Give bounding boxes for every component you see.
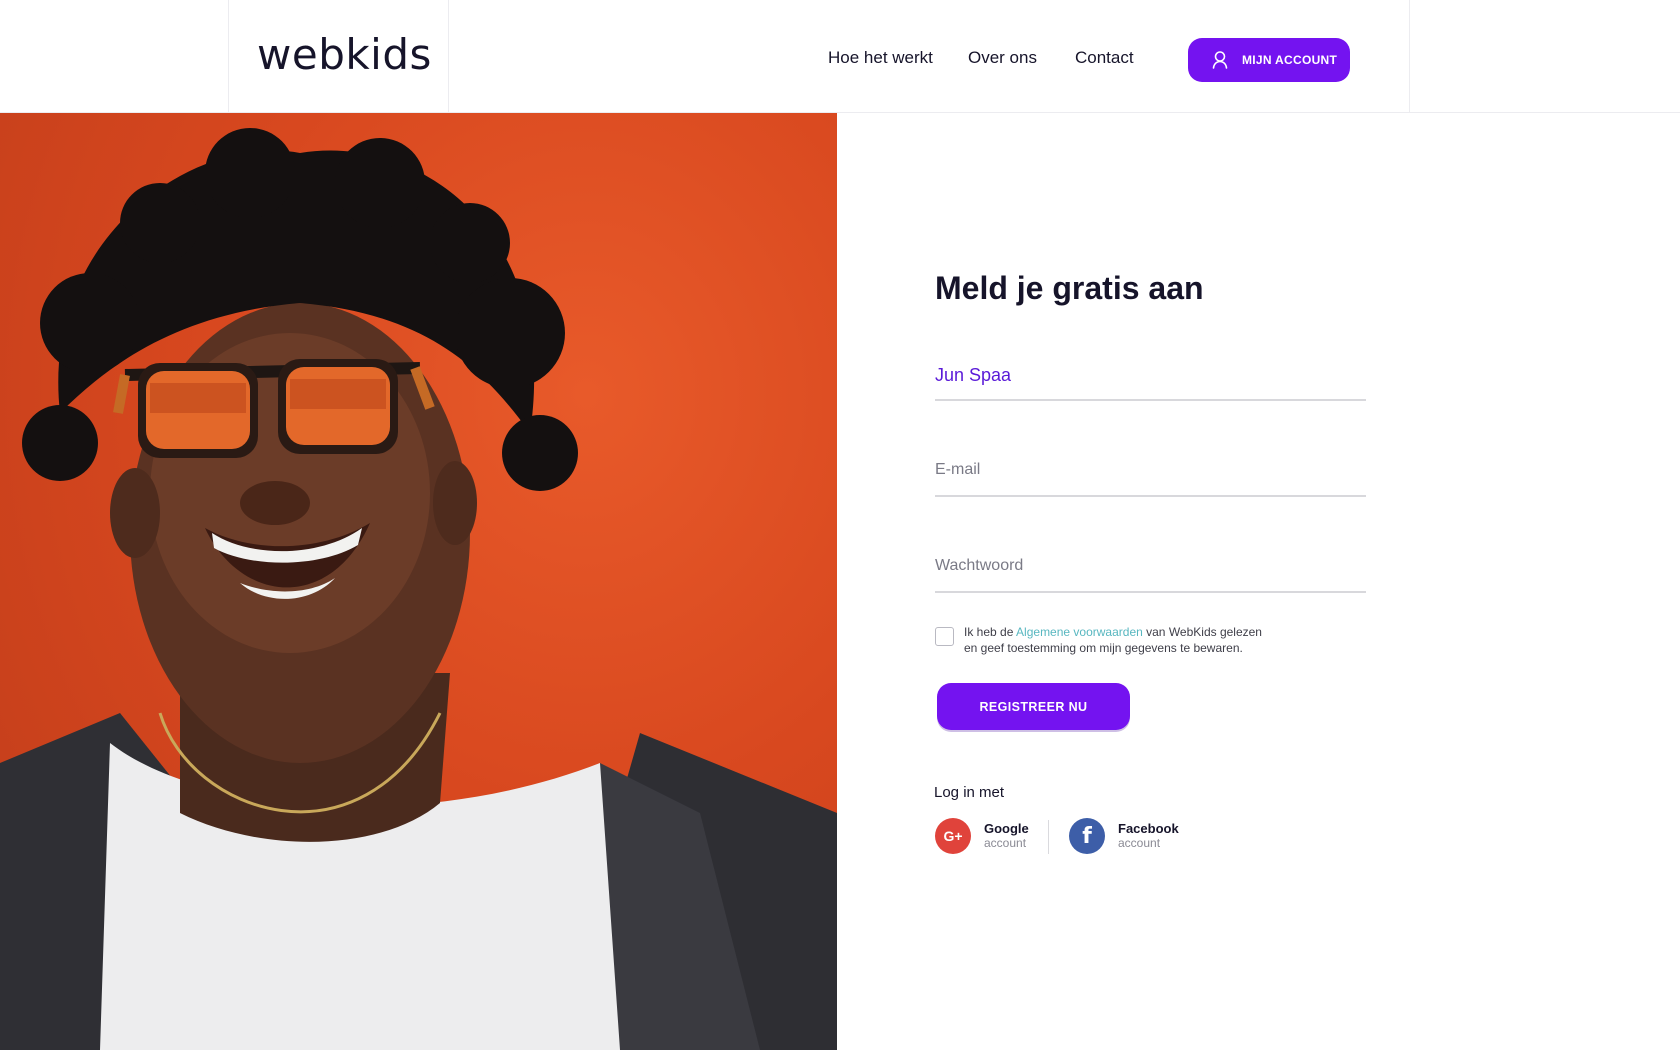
terms-consent: Ik heb de Algemene voorwaarden van WebKi… (935, 624, 1355, 656)
facebook-sublabel: account (1118, 835, 1161, 850)
page-title: Meld je gratis aan (935, 270, 1204, 306)
terms-text: Ik heb de Algemene voorwaarden van WebKi… (964, 624, 1262, 656)
facebook-login-text: Facebook account (1118, 820, 1179, 851)
header-divider (1409, 0, 1410, 113)
smiling-man-illustration (0, 128, 837, 1050)
google-label: Google (984, 820, 1029, 836)
facebook-login-button[interactable]: f Facebook account (1069, 818, 1179, 854)
facebook-label: Facebook (1118, 820, 1179, 836)
nav-link-how-it-works[interactable]: Hoe het werkt (828, 48, 933, 68)
password-input[interactable] (935, 545, 1366, 575)
google-sublabel: account (984, 835, 1027, 850)
social-login-heading: Log in met (934, 784, 1005, 801)
user-icon (1212, 51, 1228, 69)
google-login-button[interactable]: G+ Google account (935, 818, 1029, 854)
name-field (935, 353, 1366, 401)
nav-link-about[interactable]: Over ons (968, 48, 1037, 68)
password-field (935, 545, 1366, 593)
facebook-icon: f (1069, 818, 1105, 854)
social-divider (1048, 820, 1049, 854)
hero-photo (0, 113, 837, 1050)
logo[interactable]: webkids (257, 30, 432, 79)
logo-box: webkids (228, 0, 449, 113)
nav-link-contact[interactable]: Contact (1075, 48, 1134, 68)
google-icon: G+ (935, 818, 971, 854)
terms-suffix: van WebKids gelezen (1142, 625, 1262, 639)
google-login-text: Google account (984, 820, 1029, 851)
site-header: webkids Hoe het werkt Over ons Contact M… (0, 0, 1680, 113)
my-account-button[interactable]: MIJN ACCOUNT (1188, 38, 1350, 82)
name-input[interactable] (935, 353, 1366, 386)
email-input[interactable] (935, 449, 1366, 479)
terms-line2: en geef toestemming om mijn gegevens te … (964, 641, 1243, 655)
my-account-label: MIJN ACCOUNT (1242, 53, 1338, 67)
email-field (935, 449, 1366, 497)
terms-prefix: Ik heb de (964, 625, 1017, 639)
terms-checkbox[interactable] (935, 627, 954, 646)
register-button[interactable]: REGISTREER NU (937, 683, 1130, 730)
terms-link[interactable]: Algemene voorwaarden (1016, 625, 1143, 639)
